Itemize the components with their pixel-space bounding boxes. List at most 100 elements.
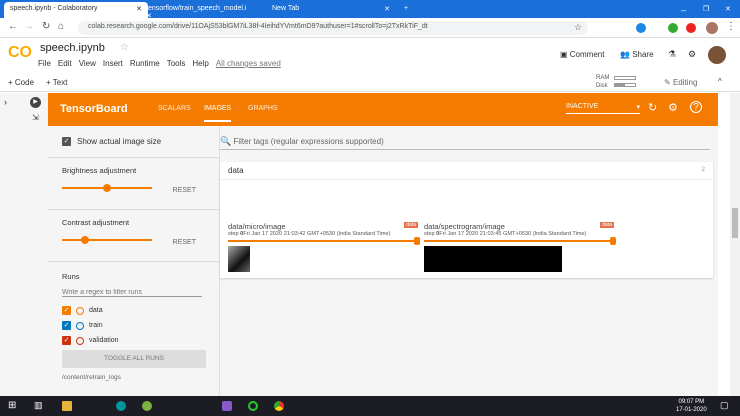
- run-item[interactable]: ✓ train: [62, 318, 206, 333]
- brightness-slider[interactable]: [62, 184, 152, 192]
- tab-github[interactable]: tensorflow/train_speech_model.i ✕: [140, 2, 260, 20]
- url-bar[interactable]: colab.research.google.com/drive/11OAjS53…: [78, 21, 588, 35]
- contrast-slider[interactable]: [62, 236, 152, 244]
- slider-knob[interactable]: [80, 236, 89, 244]
- menu-file[interactable]: File: [38, 59, 51, 68]
- menu-insert[interactable]: Insert: [103, 59, 123, 68]
- bookmark-star-icon[interactable]: ☆: [574, 22, 582, 33]
- resource-monitor[interactable]: RAM Disk: [596, 74, 609, 90]
- back-icon[interactable]: ←: [8, 21, 18, 32]
- step-slider[interactable]: [424, 237, 616, 245]
- tab-new[interactable]: New Tab ✕: [266, 2, 396, 18]
- close-window-button[interactable]: ✕: [719, 2, 737, 18]
- opera-icon[interactable]: [686, 23, 696, 33]
- menu-bar: File Edit View Insert Runtime Tools Help…: [38, 59, 281, 68]
- run-item[interactable]: ✓ validation: [62, 333, 206, 348]
- step-slider[interactable]: [228, 237, 420, 245]
- menu-help[interactable]: Help: [192, 59, 208, 68]
- contrast-section: Contrast adjustment RESET: [48, 210, 220, 262]
- menu-tools[interactable]: Tools: [167, 59, 186, 68]
- add-code-button[interactable]: + Code: [8, 78, 34, 87]
- menu-edit[interactable]: Edit: [58, 59, 72, 68]
- extension-icon[interactable]: [636, 23, 646, 33]
- tag-group-card: data 2 data data/micro/image step 0Fri Ja…: [220, 162, 713, 278]
- toggle-all-runs-button[interactable]: TOGGLE ALL RUNS: [62, 350, 206, 368]
- brightness-section: Brightness adjustment RESET: [48, 158, 220, 210]
- android-studio-icon[interactable]: [142, 401, 152, 411]
- star-icon[interactable]: ☆: [120, 42, 129, 53]
- reload-icon[interactable]: ↻: [648, 101, 657, 114]
- account-avatar[interactable]: [708, 46, 726, 64]
- cell-gutter: ▶ › ⇲: [0, 93, 48, 396]
- new-tab-button[interactable]: +: [398, 2, 414, 18]
- notebook-title[interactable]: speech.ipynb: [40, 42, 105, 54]
- show-actual-size-row: ✓ Show actual image size: [48, 126, 220, 158]
- menu-runtime[interactable]: Runtime: [130, 59, 160, 68]
- arduino-icon[interactable]: [116, 401, 126, 411]
- comment-button[interactable]: ▣ Comment: [560, 50, 604, 59]
- run-color-indicator: [76, 336, 84, 345]
- forward-icon[interactable]: →: [24, 21, 34, 32]
- share-button[interactable]: 👥 Share: [620, 50, 654, 59]
- contrast-reset-button[interactable]: RESET: [173, 239, 196, 246]
- menu-view[interactable]: View: [79, 59, 96, 68]
- run-checkbox[interactable]: ✓: [62, 306, 71, 315]
- status-dropdown[interactable]: INACTIVE ▾: [566, 103, 640, 114]
- ram-bar: [614, 76, 636, 80]
- page-scrollbar[interactable]: [730, 93, 740, 396]
- help-icon[interactable]: ?: [690, 101, 702, 113]
- task-view-icon[interactable]: ▥: [34, 400, 43, 411]
- colab-header: CO speech.ipynb ☆ File Edit View Insert …: [0, 38, 740, 72]
- notifications-icon[interactable]: ▢: [720, 400, 729, 411]
- run-color-indicator: [76, 321, 84, 330]
- brightness-reset-button[interactable]: RESET: [173, 187, 196, 194]
- spectrogram-image[interactable]: [424, 246, 562, 272]
- run-checkbox[interactable]: ✓: [62, 321, 71, 330]
- tensorboard-sidebar: ✓ Show actual image size Brightness adju…: [48, 126, 220, 396]
- app-icon[interactable]: [248, 401, 258, 411]
- runs-list: ✓ data ✓ train ✓ validation: [62, 303, 206, 348]
- run-cell-icon[interactable]: ▶: [30, 97, 41, 108]
- slider-knob[interactable]: [103, 184, 112, 192]
- editing-mode[interactable]: ✎ Editing: [664, 78, 697, 87]
- save-status[interactable]: All changes saved: [216, 59, 281, 68]
- extension-icon[interactable]: [668, 23, 678, 33]
- image-thumbnail[interactable]: [228, 246, 250, 272]
- reload-icon[interactable]: ↻: [42, 21, 50, 32]
- windows-start-icon[interactable]: ⊞: [8, 400, 16, 411]
- notebook-toolbar: + Code + Text RAM Disk ✎ Editing ^: [0, 72, 740, 92]
- chrome-icon[interactable]: [274, 401, 284, 411]
- visual-studio-icon[interactable]: [222, 401, 232, 411]
- show-actual-size-checkbox[interactable]: ✓: [62, 137, 71, 146]
- collapse-icon[interactable]: ^: [718, 77, 722, 86]
- tensorboard-header: TensorBoard SCALARS IMAGES GRAPHS INACTI…: [48, 93, 718, 126]
- settings-icon[interactable]: ⚙: [668, 101, 678, 114]
- runs-section: Runs ✓data✓train✓validation TOGGLE ALL R…: [62, 272, 206, 381]
- run-item[interactable]: ✓ data: [62, 303, 206, 318]
- tag-filter[interactable]: 🔍 Filter tags (regular expressions suppo…: [220, 136, 710, 150]
- run-checkbox[interactable]: ✓: [62, 336, 71, 345]
- clock[interactable]: 09:07 PM 17-01-2020: [676, 398, 707, 414]
- chevron-right-icon[interactable]: ›: [4, 97, 7, 107]
- disk-bar: [614, 83, 636, 87]
- tab-graphs[interactable]: GRAPHS: [248, 105, 278, 112]
- minimize-button[interactable]: –: [675, 2, 692, 18]
- add-text-button[interactable]: + Text: [46, 78, 67, 87]
- tab-scalars[interactable]: SCALARS: [158, 105, 191, 112]
- maximize-button[interactable]: ❐: [697, 2, 715, 18]
- tab-colab[interactable]: speech.ipynb - Colaboratory ✕: [4, 2, 148, 18]
- tab-images[interactable]: IMAGES: [204, 105, 232, 122]
- gear-icon[interactable]: ⚙: [688, 49, 696, 60]
- tensorboard-title: TensorBoard: [60, 103, 128, 115]
- home-icon[interactable]: ⌂: [58, 21, 64, 32]
- file-explorer-icon[interactable]: [62, 401, 72, 411]
- flask-icon[interactable]: ⚗: [668, 49, 676, 60]
- profile-avatar[interactable]: [706, 22, 718, 34]
- address-bar-row: ← → ↻ ⌂ colab.research.google.com/drive/…: [0, 18, 740, 38]
- runs-filter-input[interactable]: [62, 289, 202, 297]
- colab-logo: CO: [8, 44, 32, 61]
- menu-icon[interactable]: ⋮: [726, 21, 736, 32]
- output-icon[interactable]: ⇲: [32, 113, 39, 122]
- search-icon: 🔍: [220, 136, 232, 146]
- tag-group-header[interactable]: data 2: [220, 162, 713, 180]
